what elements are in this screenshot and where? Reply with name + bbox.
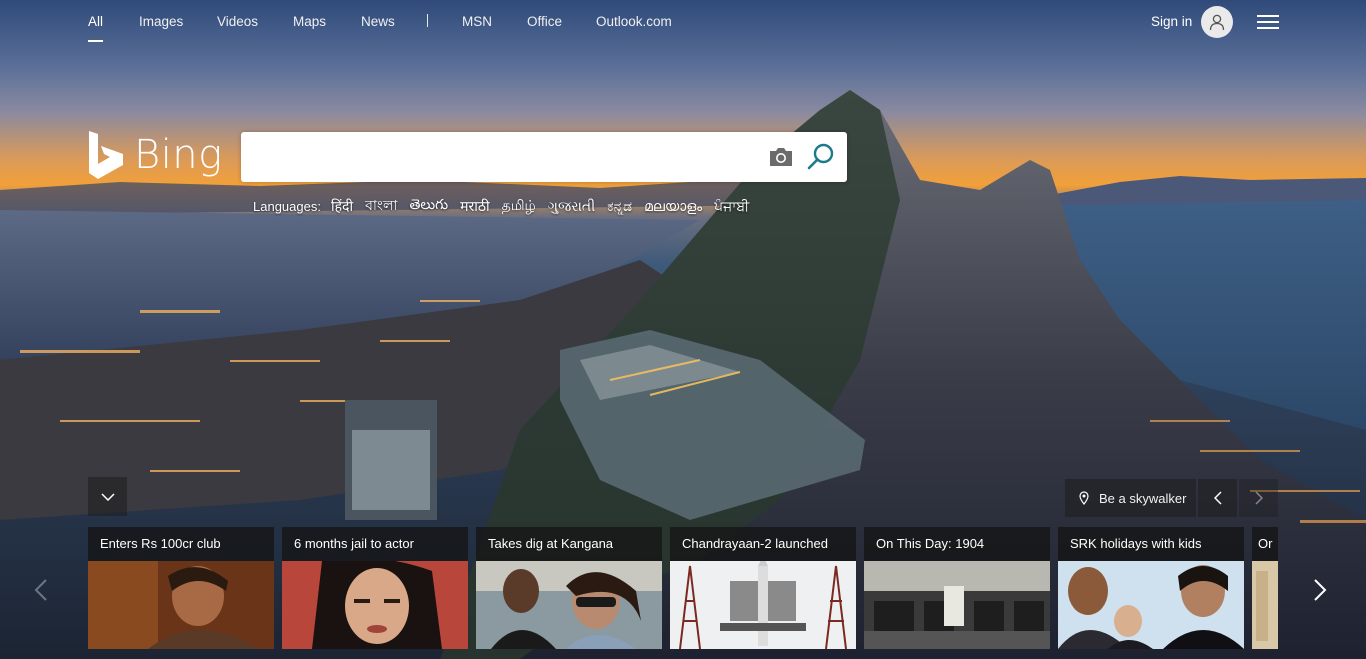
language-link-hindi[interactable]: हिंदी	[331, 197, 353, 216]
nav-office[interactable]: Office	[527, 14, 562, 29]
person-icon[interactable]	[1201, 6, 1233, 38]
news-card-image	[670, 561, 856, 649]
news-card[interactable]: SRK holidays with kids	[1058, 527, 1244, 649]
chevron-right-icon	[1314, 579, 1327, 601]
nav-all[interactable]: All	[88, 14, 103, 29]
hamburger-icon[interactable]	[1257, 14, 1279, 30]
language-link-kannada[interactable]: ಕನ್ನಡ	[607, 198, 632, 215]
news-carousel: Enters Rs 100cr club 6 months jail to ac…	[88, 527, 1278, 649]
bing-logo-mark	[89, 131, 123, 179]
news-card[interactable]: Enters Rs 100cr club	[88, 527, 274, 649]
news-card-caption: Enters Rs 100cr club	[88, 527, 274, 561]
news-card-image	[282, 561, 468, 649]
news-card[interactable]: Chandrayaan-2 launched	[670, 527, 856, 649]
chevron-left-icon	[34, 579, 47, 601]
image-info-label: Be a skywalker	[1099, 490, 1187, 506]
nav-images[interactable]: Images	[139, 14, 183, 29]
nav-active-indicator	[88, 40, 103, 42]
bing-logo[interactable]: Bing	[88, 130, 223, 180]
language-link-malayalam[interactable]: മലയാളം	[644, 198, 702, 215]
language-link-marathi[interactable]: मराठी	[460, 197, 489, 216]
sign-in-link[interactable]: Sign in	[1151, 14, 1192, 29]
collapse-news-button[interactable]	[88, 477, 127, 516]
carousel-next-button[interactable]	[1305, 570, 1335, 610]
news-card-caption: Or	[1252, 527, 1278, 561]
location-pin-icon	[1079, 491, 1089, 505]
news-card[interactable]: Or	[1252, 527, 1278, 649]
language-link-gujarati[interactable]: ગુજરાતી	[548, 198, 595, 215]
news-card-caption: SRK holidays with kids	[1058, 527, 1244, 561]
language-link-telugu[interactable]: తెలుగు	[409, 196, 448, 216]
search-input[interactable]	[255, 142, 749, 174]
nav-videos[interactable]: Videos	[217, 14, 258, 29]
languages-bar: Languages: हिंदी বাংলা తెలుగు मराठी தமிழ…	[253, 194, 761, 218]
camera-icon[interactable]	[767, 146, 795, 168]
image-info-button[interactable]: Be a skywalker	[1065, 479, 1196, 517]
bing-logo-text: Bing	[134, 132, 223, 178]
news-card-image	[864, 561, 1050, 649]
chevron-right-icon	[1254, 491, 1263, 505]
language-link-punjabi[interactable]: ਪੰਜਾਬੀ	[714, 198, 749, 215]
carousel-previous-button[interactable]	[26, 570, 56, 610]
nav-outlook[interactable]: Outlook.com	[596, 14, 672, 29]
news-card-image	[88, 561, 274, 649]
nav-maps[interactable]: Maps	[293, 14, 326, 29]
language-link-tamil[interactable]: தமிழ்	[502, 197, 536, 216]
news-card-image	[1252, 561, 1278, 649]
chevron-down-icon	[100, 492, 115, 501]
languages-label: Languages:	[253, 198, 321, 214]
search-box	[241, 132, 847, 182]
news-card-caption: On This Day: 1904	[864, 527, 1050, 561]
news-card-image	[1058, 561, 1244, 649]
news-card-image	[476, 561, 662, 649]
chevron-left-icon	[1213, 491, 1222, 505]
search-icon[interactable]	[806, 142, 836, 172]
news-card[interactable]: Takes dig at Kangana	[476, 527, 662, 649]
nav-msn[interactable]: MSN	[462, 14, 492, 29]
nav-separator	[427, 14, 428, 27]
news-card-caption: 6 months jail to actor	[282, 527, 468, 561]
nav-news[interactable]: News	[361, 14, 395, 29]
news-card-caption: Takes dig at Kangana	[476, 527, 662, 561]
next-image-button[interactable]	[1239, 479, 1278, 517]
news-card[interactable]: 6 months jail to actor	[282, 527, 468, 649]
previous-image-button[interactable]	[1198, 479, 1237, 517]
news-card-caption: Chandrayaan-2 launched	[670, 527, 856, 561]
top-navigation: All Images Videos Maps News MSN Office O…	[0, 0, 1366, 44]
news-card[interactable]: On This Day: 1904	[864, 527, 1050, 649]
language-link-bengali[interactable]: বাংলা	[365, 194, 397, 218]
